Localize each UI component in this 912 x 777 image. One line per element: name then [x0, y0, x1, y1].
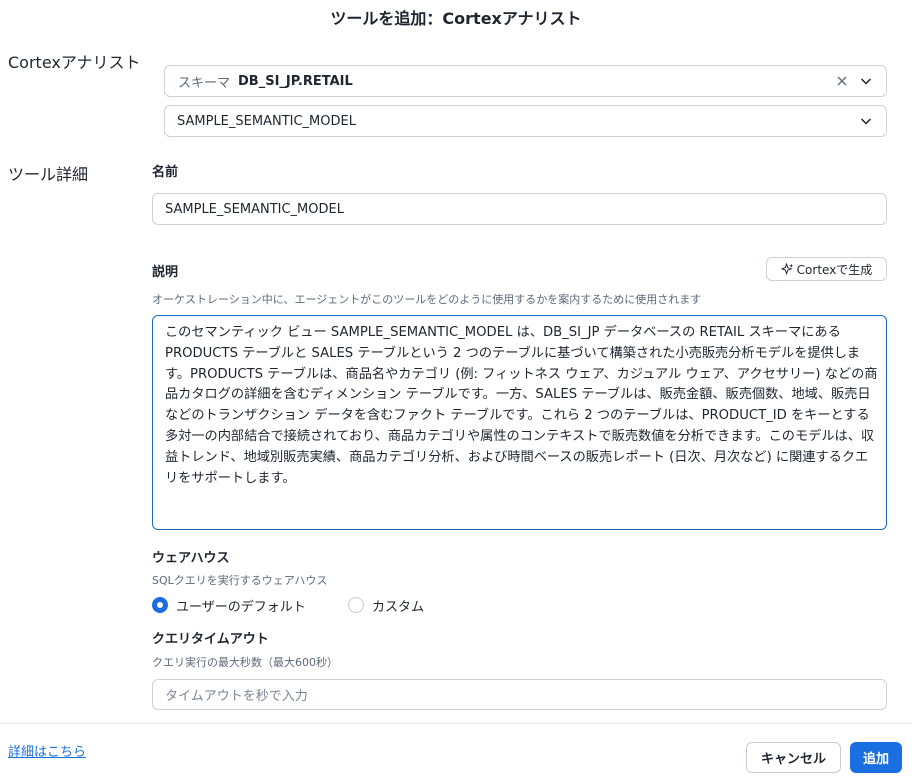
- semantic-model-select-value: SAMPLE_SEMANTIC_MODEL: [177, 113, 356, 129]
- description-text: このセマンティック ビュー SAMPLE_SEMANTIC_MODEL は、DB…: [165, 325, 878, 486]
- add-button[interactable]: 追加: [850, 742, 902, 773]
- warehouse-helper: SQLクエリを実行するウェアハウス: [152, 574, 328, 587]
- generate-with-cortex-label: Cortexで生成: [796, 262, 873, 277]
- timeout-input-placeholder: タイムアウトを秒で入力: [165, 689, 308, 704]
- learn-more-link[interactable]: 詳細はこちら: [8, 741, 86, 760]
- schema-select-prefix: スキーマ: [178, 75, 231, 91]
- chevron-down-icon[interactable]: [860, 75, 872, 87]
- description-helper: オーケストレーション中に、エージェントがこのツールをどのように使用するかを案内す…: [152, 293, 702, 306]
- name-input-value: SAMPLE_SEMANTIC_MODEL: [165, 201, 344, 217]
- schema-select[interactable]: スキーマ DB_SI_JP.RETAIL: [164, 65, 887, 97]
- description-textarea[interactable]: このセマンティック ビュー SAMPLE_SEMANTIC_MODEL は、DB…: [152, 315, 887, 530]
- warehouse-label: ウェアハウス: [152, 551, 230, 566]
- dialog-title: ツールを追加：Cortexアナリスト: [330, 9, 582, 28]
- description-label: 説明: [152, 265, 179, 280]
- timeout-input[interactable]: タイムアウトを秒で入力: [152, 679, 887, 710]
- timeout-helper: クエリ実行の最大秒数（最大600秒）: [152, 656, 338, 669]
- footer-divider: [0, 723, 912, 724]
- warehouse-option-custom-label: カスタム: [372, 600, 425, 615]
- timeout-label: クエリタイムアウト: [152, 632, 269, 647]
- section-label-cortex-analyst: Cortexアナリスト: [8, 53, 141, 72]
- cancel-button[interactable]: キャンセル: [746, 742, 841, 773]
- section-label-tool-details: ツール詳細: [8, 165, 89, 184]
- warehouse-option-default-label: ユーザーのデフォルト: [176, 600, 306, 615]
- radio-default-selected[interactable]: [152, 597, 168, 613]
- name-input[interactable]: SAMPLE_SEMANTIC_MODEL: [152, 193, 887, 225]
- chevron-down-icon[interactable]: [860, 115, 872, 127]
- semantic-model-select[interactable]: SAMPLE_SEMANTIC_MODEL: [164, 105, 887, 137]
- name-label: 名前: [152, 165, 179, 180]
- generate-with-cortex-button[interactable]: Cortexで生成: [766, 257, 887, 281]
- schema-select-value: DB_SI_JP.RETAIL: [238, 73, 353, 89]
- sparkle-icon: [780, 262, 793, 275]
- clear-x-icon[interactable]: [836, 75, 848, 87]
- radio-custom[interactable]: [348, 597, 364, 613]
